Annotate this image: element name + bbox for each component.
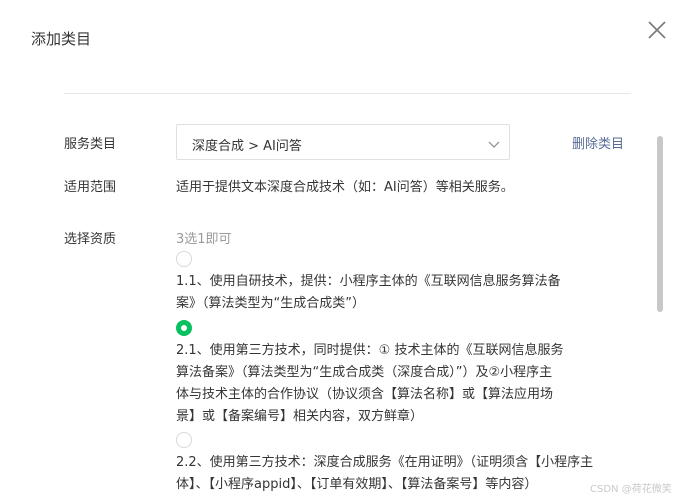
- watermark: CSDN @荷花微笑: [590, 484, 672, 495]
- header-divider: [64, 93, 631, 94]
- option-3-line: 2.2、使用第三方技术：深度合成服务《在用证明》（证明须含【小程序主: [176, 455, 594, 470]
- service-category-value: 深度合成 > AI问答: [192, 139, 302, 154]
- option-2-line: 算法备案》（算法类型为“生成合成类（深度合成）”）及②小程序主: [176, 365, 553, 380]
- option-1-line: 1.1、使用自研技术，提供：小程序主体的《互联网信息服务算法备: [176, 274, 561, 289]
- option-2-line: 2.1、使用第三方技术，同时提供：① 技术主体的《互联网信息服务: [176, 343, 564, 358]
- delete-category-link[interactable]: 删除类目: [572, 133, 624, 152]
- option-3-line: 体】、【小程序appid】、【订单有效期】、【算法备案号】等内容）: [176, 477, 538, 492]
- qualification-hint: 3选1即可: [176, 232, 232, 247]
- service-category-label: 服务类目: [64, 137, 117, 152]
- option-1-text: 1.1、使用自研技术，提供：小程序主体的《互联网信息服务算法备 案》（算法类型为…: [176, 271, 616, 315]
- option-3-radio[interactable]: [176, 432, 192, 448]
- scope-text: 适用于提供文本深度合成技术（如：AI问答）等相关服务。: [176, 180, 514, 195]
- option-3-text: 2.2、使用第三方技术：深度合成服务《在用证明》（证明须含【小程序主 体】、【小…: [176, 452, 616, 496]
- option-1-radio[interactable]: [176, 251, 192, 267]
- option-2-text: 2.1、使用第三方技术，同时提供：① 技术主体的《互联网信息服务 算法备案》（算…: [176, 340, 616, 428]
- dialog-title: 添加类目: [31, 30, 92, 48]
- option-2-line: 景】或【备案编号】相关内容，双方鲜章）: [176, 409, 424, 424]
- service-category-select[interactable]: 深度合成 > AI问答: [176, 124, 510, 160]
- add-category-dialog: 添加类目 服务类目 深度合成 > AI问答 删除类目 适用范围 适用于提供文本深…: [0, 0, 699, 502]
- qualification-label: 选择资质: [64, 232, 117, 247]
- scrollbar-thumb[interactable]: [657, 136, 663, 312]
- option-1-line: 案》（算法类型为“生成合成类”）: [176, 296, 365, 311]
- close-icon[interactable]: [645, 18, 669, 42]
- option-2-line: 体与技术主体的合作协议（协议须含【算法名称】或【算法应用场: [176, 387, 554, 402]
- chevron-down-icon: [487, 136, 501, 150]
- scope-label: 适用范围: [64, 180, 117, 195]
- option-2-radio[interactable]: [176, 320, 192, 336]
